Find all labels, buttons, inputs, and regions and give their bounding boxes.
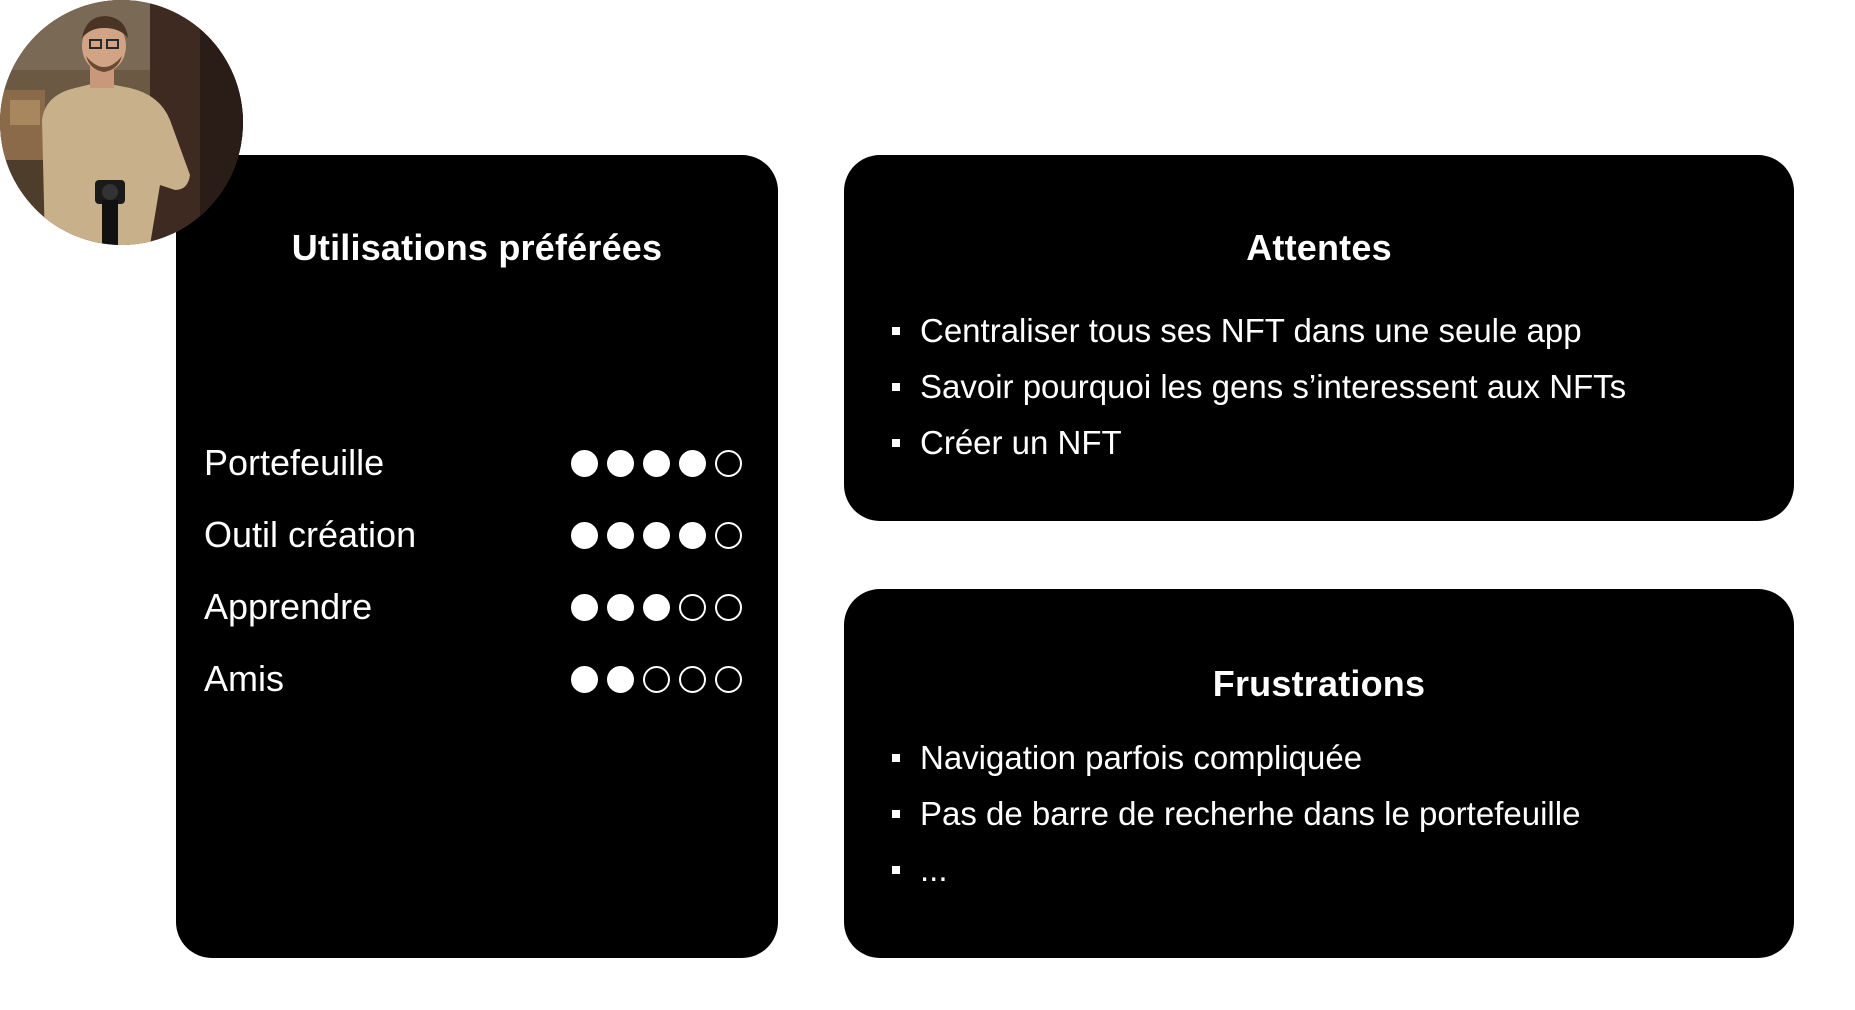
- rating-dot-filled-icon: [607, 593, 634, 621]
- rating-dot-filled-icon: [643, 521, 670, 549]
- expectations-card: Attentes Centraliser tous ses NFT dans u…: [844, 155, 1794, 521]
- rating-dot-filled-icon: [571, 593, 598, 621]
- rating-dot-filled-icon: [607, 665, 634, 693]
- expectations-title: Attentes: [1246, 227, 1392, 268]
- rating-dot-filled-icon: [607, 449, 634, 477]
- usage-card: Utilisations préférées Portefeuille Outi…: [176, 155, 778, 958]
- rating-dot-filled-icon: [571, 449, 598, 477]
- usage-row: Outil création: [204, 499, 742, 571]
- persona-canvas: Utilisations préférées Portefeuille Outi…: [0, 0, 1855, 1010]
- frustrations-title: Frustrations: [1212, 663, 1426, 704]
- list-item: Navigation parfois compliquée: [892, 730, 1770, 786]
- person-photo-icon: [0, 0, 243, 245]
- frustrations-list: Navigation parfois compliquée Pas de bar…: [892, 730, 1770, 898]
- list-item: Centraliser tous ses NFT dans une seule …: [892, 303, 1770, 359]
- usage-row: Apprendre: [204, 571, 742, 643]
- bullet-icon: [892, 866, 900, 874]
- usage-label: Amis: [204, 658, 284, 699]
- rating-dot-filled-icon: [643, 593, 670, 621]
- list-item-text: Pas de barre de recherhe dans le portefe…: [920, 795, 1581, 832]
- rating-dot-filled-icon: [679, 521, 706, 549]
- rating-dot-empty-icon: [715, 521, 742, 549]
- rating-dot-empty-icon: [715, 593, 742, 621]
- usage-title: Utilisations préférées: [291, 227, 663, 268]
- usage-row: Amis: [204, 643, 742, 715]
- list-item-text: Savoir pourquoi les gens s’interessent a…: [920, 368, 1627, 405]
- rating-dot-empty-icon: [679, 665, 706, 693]
- rating-dot-filled-icon: [571, 521, 598, 549]
- list-item-text: ...: [920, 851, 948, 888]
- list-item: Pas de barre de recherhe dans le portefe…: [892, 786, 1770, 842]
- usage-label: Portefeuille: [204, 442, 385, 483]
- bullet-icon: [892, 383, 900, 391]
- rating-dots: [571, 665, 742, 693]
- list-item: ...: [892, 842, 1770, 898]
- rating-dot-empty-icon: [715, 665, 742, 693]
- expectations-list: Centraliser tous ses NFT dans une seule …: [892, 303, 1770, 471]
- usage-label: Outil création: [204, 514, 417, 555]
- list-item-text: Centraliser tous ses NFT dans une seule …: [920, 312, 1582, 349]
- rating-dot-filled-icon: [607, 521, 634, 549]
- usage-label: Apprendre: [204, 586, 373, 627]
- bullet-icon: [892, 810, 900, 818]
- rating-dots: [571, 521, 742, 549]
- rating-dot-filled-icon: [571, 665, 598, 693]
- bullet-icon: [892, 439, 900, 447]
- list-item: Savoir pourquoi les gens s’interessent a…: [892, 359, 1770, 415]
- list-item-text: Créer un NFT: [920, 424, 1122, 461]
- avatar: [0, 0, 243, 245]
- bullet-icon: [892, 754, 900, 762]
- rating-dots: [571, 593, 742, 621]
- bullet-icon: [892, 327, 900, 335]
- list-item: Créer un NFT: [892, 415, 1770, 471]
- rating-dot-empty-icon: [643, 665, 670, 693]
- rating-dot-filled-icon: [679, 449, 706, 477]
- frustrations-card: Frustrations Navigation parfois compliqu…: [844, 589, 1794, 958]
- rating-dot-filled-icon: [643, 449, 670, 477]
- rating-dots: [571, 449, 742, 477]
- list-item-text: Navigation parfois compliquée: [920, 739, 1363, 776]
- rating-dot-empty-icon: [715, 449, 742, 477]
- usage-row: Portefeuille: [204, 427, 742, 499]
- rating-dot-empty-icon: [679, 593, 706, 621]
- usage-list: Portefeuille Outil création Apprendre Am…: [204, 427, 742, 715]
